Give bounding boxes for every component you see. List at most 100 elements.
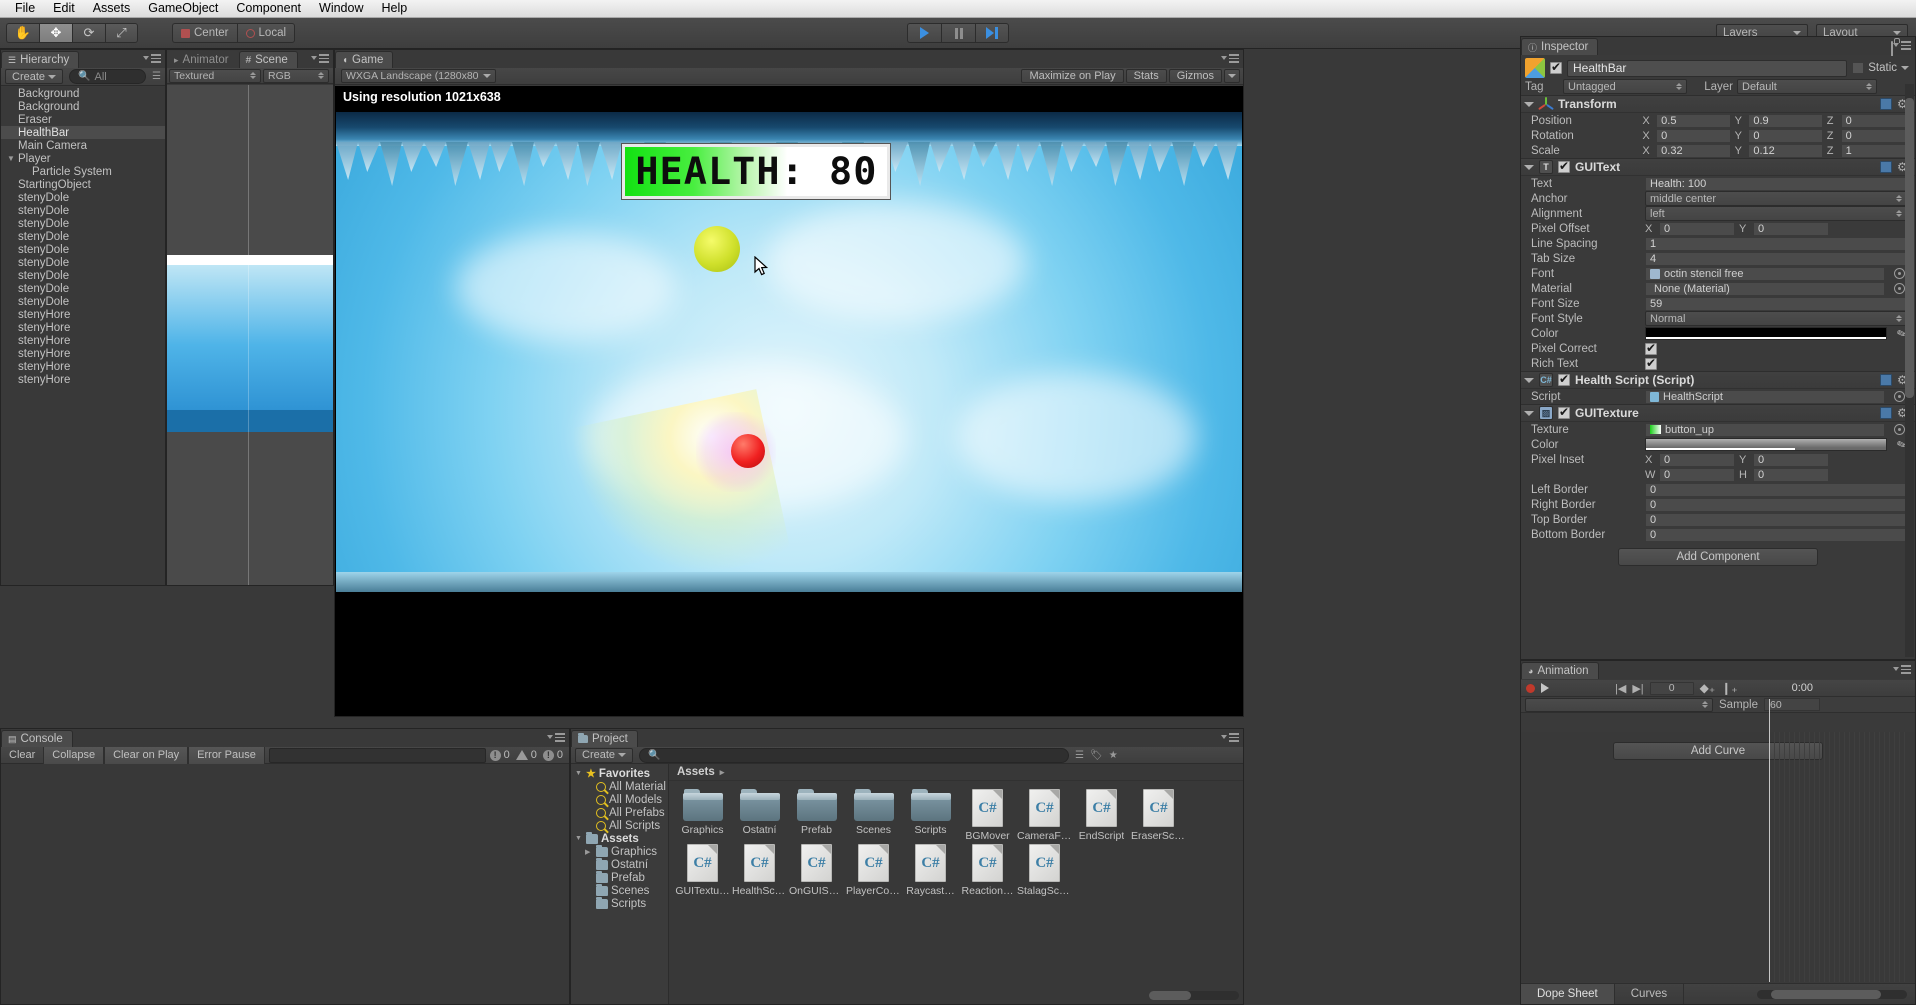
tab-animation[interactable]: ◕ Animation: [1521, 662, 1599, 679]
property-dropdown[interactable]: Normal: [1645, 311, 1907, 326]
project-folder-cell[interactable]: Prefab: [789, 789, 844, 842]
project-content[interactable]: Assets ▸ Graphics Ostatní Prefab Scenes Scri…: [669, 764, 1243, 1004]
project-asset-grid[interactable]: Graphics Ostatní Prefab Scenes Scripts C# BGMo…: [669, 781, 1243, 905]
inspector-menu-icon[interactable]: [1893, 41, 1911, 50]
maximize-on-play-button[interactable]: Maximize on Play: [1021, 69, 1124, 83]
project-favorite-item[interactable]: All Prefabs: [571, 806, 668, 819]
component-header[interactable]: TGUIText⚙: [1521, 158, 1915, 176]
object-reference-field[interactable]: button_up: [1645, 422, 1885, 437]
tab-hierarchy[interactable]: ☰ Hierarchy: [1, 51, 80, 68]
animation-horizontal-scrollbar[interactable]: [1757, 989, 1907, 999]
add-component-button[interactable]: Add Component: [1618, 548, 1818, 566]
move-tool-icon[interactable]: ✥: [39, 23, 72, 43]
project-folder-item[interactable]: ▶ Graphics: [571, 844, 668, 858]
component-header[interactable]: C#Health Script (Script)⚙: [1521, 371, 1915, 389]
object-enabled-checkbox[interactable]: [1550, 60, 1562, 74]
help-icon[interactable]: [1880, 161, 1892, 173]
timeline-playhead[interactable]: [1769, 699, 1770, 982]
property-dropdown[interactable]: middle center: [1645, 191, 1907, 206]
property-value-field[interactable]: 0.9: [1748, 113, 1823, 128]
inspector-scrollbar[interactable]: [1905, 84, 1914, 657]
hierarchy-item[interactable]: StartingObject: [1, 178, 165, 191]
static-toggle[interactable]: Static: [1852, 62, 1909, 74]
property-value-field[interactable]: 0: [1840, 113, 1915, 128]
hierarchy-item[interactable]: stenyHore: [1, 373, 165, 386]
help-icon[interactable]: [1880, 374, 1892, 386]
tag-dropdown[interactable]: Untagged: [1563, 79, 1687, 94]
hierarchy-search-input[interactable]: 🔍 All: [69, 69, 147, 84]
enemy-object[interactable]: [731, 434, 765, 468]
scale-tool-icon[interactable]: ⤢: [105, 23, 138, 43]
project-favorite-item[interactable]: All Material: [571, 780, 668, 793]
chevron-down-icon[interactable]: [1901, 66, 1909, 70]
project-folder-item[interactable]: Scenes: [571, 883, 668, 897]
pause-button[interactable]: [941, 23, 975, 43]
menu-item-file[interactable]: File: [6, 0, 44, 17]
hand-tool-icon[interactable]: ✋: [6, 23, 39, 43]
hierarchy-list[interactable]: Background Background Eraser HealthBar Main …: [1, 87, 165, 585]
add-keyframe-icon[interactable]: ◆₊: [1700, 681, 1716, 695]
pivot-rotation-button[interactable]: Local: [236, 23, 296, 43]
property-dropdown[interactable]: left: [1645, 206, 1907, 221]
object-reference-field[interactable]: None (Material): [1645, 281, 1885, 296]
hierarchy-item[interactable]: stenyDole: [1, 243, 165, 256]
project-folder-item[interactable]: Scripts: [571, 896, 668, 910]
object-picker-icon[interactable]: [1894, 268, 1905, 279]
chevron-down-icon[interactable]: ▼: [7, 154, 16, 163]
project-script-cell[interactable]: C# EraserScr…: [1131, 789, 1186, 842]
property-value-field[interactable]: 0: [1659, 467, 1735, 482]
project-favorites[interactable]: ▼ ★ Favorites: [571, 767, 668, 781]
console-log-area[interactable]: [1, 764, 569, 1004]
object-reference-field[interactable]: octin stencil free: [1645, 266, 1885, 281]
project-folder-cell[interactable]: Ostatní: [732, 789, 787, 842]
project-favorite-item[interactable]: All Scripts: [571, 819, 668, 832]
property-value-field[interactable]: 0: [1659, 221, 1735, 236]
animation-curve-area[interactable]: Add Curve: [1521, 699, 1915, 982]
menu-item-edit[interactable]: Edit: [44, 0, 84, 17]
property-value-field[interactable]: 0: [1659, 452, 1735, 467]
scene-draw-mode-dropdown[interactable]: Textured: [169, 68, 261, 83]
hierarchy-filter-icon[interactable]: ☰: [152, 71, 161, 82]
console-clear-button[interactable]: Clear: [1, 747, 43, 764]
property-value-field[interactable]: 1: [1645, 236, 1907, 251]
project-script-cell[interactable]: C# Raycast…: [903, 844, 958, 897]
project-assets-root[interactable]: ▼ Assets: [571, 831, 668, 845]
chevron-icon[interactable]: ▶: [585, 848, 593, 856]
tab-animator[interactable]: ▸ Animator: [167, 51, 239, 68]
first-frame-icon[interactable]: |◀: [1615, 682, 1626, 695]
project-zoom-slider[interactable]: [1149, 991, 1239, 1000]
gizmos-dropdown[interactable]: [1224, 69, 1240, 83]
record-icon[interactable]: [1526, 683, 1535, 693]
property-value-field[interactable]: 0: [1748, 128, 1823, 143]
tab-project[interactable]: Project: [571, 730, 638, 747]
project-script-cell[interactable]: C# Reaction…: [960, 844, 1015, 897]
hierarchy-item[interactable]: stenyDole: [1, 256, 165, 269]
console-menu-icon[interactable]: [547, 733, 565, 742]
hierarchy-item[interactable]: HealthBar: [1, 126, 165, 139]
project-script-cell[interactable]: C# BGMover: [960, 789, 1015, 842]
hierarchy-item[interactable]: stenyHore: [1, 360, 165, 373]
hierarchy-item[interactable]: Background: [1, 87, 165, 100]
player-object[interactable]: [694, 226, 740, 272]
project-script-cell[interactable]: C# HealthScr…: [732, 844, 787, 897]
project-script-cell[interactable]: C# CameraFo…: [1017, 789, 1072, 842]
project-folder-cell[interactable]: Scripts: [903, 789, 958, 842]
pivot-mode-button[interactable]: Center: [172, 23, 237, 43]
hierarchy-item[interactable]: Eraser: [1, 113, 165, 126]
hierarchy-item[interactable]: stenyDole: [1, 230, 165, 243]
tab-inspector[interactable]: ⓘ Inspector: [1521, 38, 1599, 55]
console-warning-counter[interactable]: 0: [515, 749, 537, 761]
component-header[interactable]: ▨GUITexture⚙: [1521, 404, 1915, 422]
property-value-field[interactable]: 0: [1645, 512, 1907, 527]
tab-scene[interactable]: # Scene: [238, 51, 298, 68]
component-enabled-checkbox[interactable]: [1558, 405, 1570, 419]
menu-item-component[interactable]: Component: [227, 0, 310, 17]
breadcrumb-assets[interactable]: Assets: [677, 766, 715, 778]
add-event-icon[interactable]: ❙₊: [1721, 681, 1737, 695]
project-folder-cell[interactable]: Scenes: [846, 789, 901, 842]
project-script-cell[interactable]: C# PlayerCol…: [846, 844, 901, 897]
help-icon[interactable]: [1880, 98, 1892, 110]
hierarchy-item[interactable]: stenyHore: [1, 347, 165, 360]
property-value-field[interactable]: 0: [1753, 221, 1829, 236]
game-viewport[interactable]: Using resolution 1021x638 HEALTH: 80: [335, 86, 1243, 716]
